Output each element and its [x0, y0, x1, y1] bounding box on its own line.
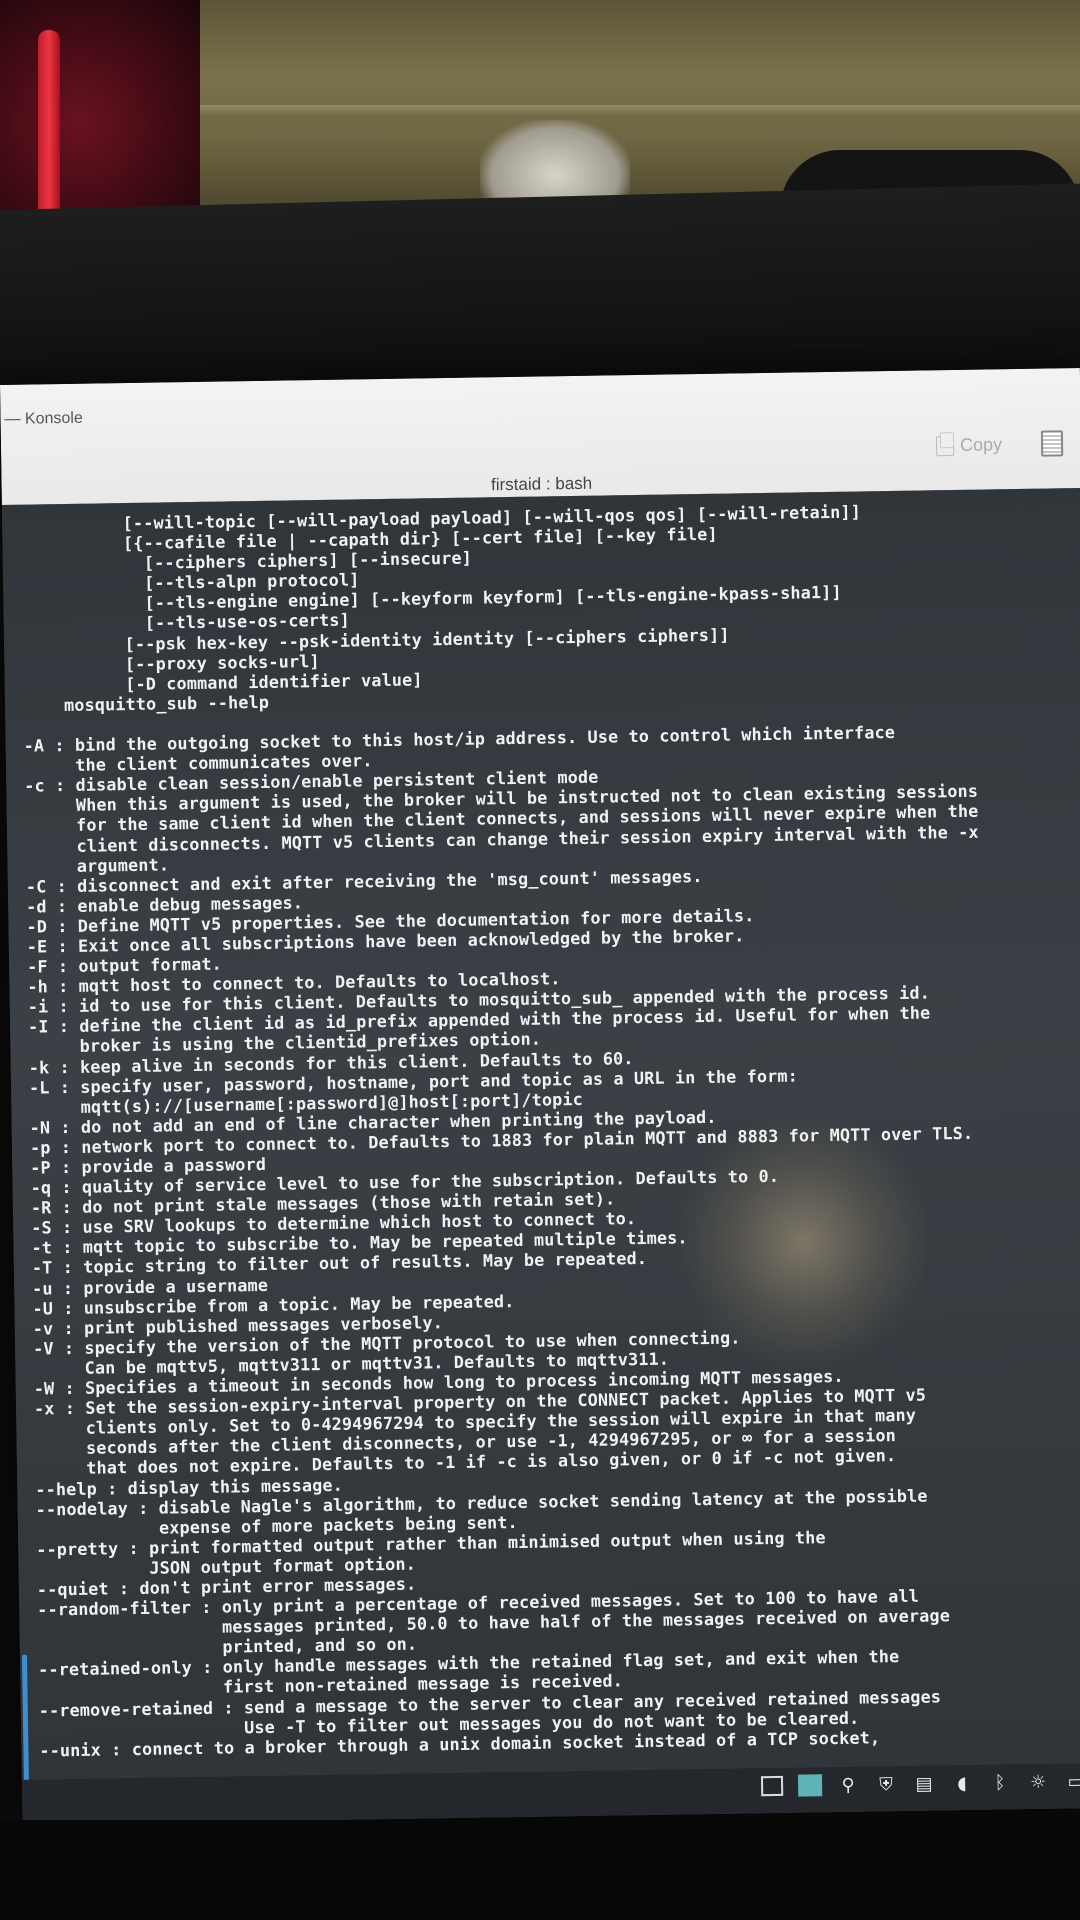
shield-icon[interactable]: ⛨	[874, 1772, 898, 1796]
show-desktop-icon[interactable]: ▭	[1064, 1769, 1080, 1793]
monitor-bottom-bezel	[0, 1820, 1080, 1920]
paste-icon[interactable]	[1040, 430, 1064, 457]
photo-scene: — Konsole Copy firstaid : bash [--will-t…	[0, 0, 1080, 1920]
bluetooth-icon[interactable]: ᛒ	[988, 1770, 1012, 1794]
system-tray: ⚲ ⛨ ▤ ◖ ᛒ ☼ ▭	[760, 1769, 1080, 1798]
pager-icon[interactable]	[797, 1773, 823, 1797]
window-icon[interactable]	[760, 1774, 784, 1798]
volume-icon[interactable]: ◖	[950, 1771, 974, 1795]
background-shelf	[190, 105, 1080, 117]
copy-icon	[935, 435, 955, 456]
terminal-text: [--will-topic [--will-payload payload] […	[2, 488, 1080, 1761]
copy-button[interactable]: Copy	[935, 434, 1003, 456]
monitor-bezel	[0, 183, 1080, 400]
window-title: — Konsole	[4, 409, 83, 428]
window-titlebar: — Konsole Copy firstaid : bash	[0, 368, 1080, 506]
konsole-window: — Konsole Copy firstaid : bash [--will-t…	[0, 368, 1080, 1825]
copy-button-label: Copy	[959, 434, 1003, 455]
brightness-icon[interactable]: ☼	[1026, 1770, 1050, 1794]
clipboard-icon[interactable]: ▤	[912, 1771, 936, 1795]
terminal-output[interactable]: [--will-topic [--will-payload payload] […	[1, 488, 1080, 1825]
network-icon[interactable]: ⚲	[836, 1773, 860, 1797]
